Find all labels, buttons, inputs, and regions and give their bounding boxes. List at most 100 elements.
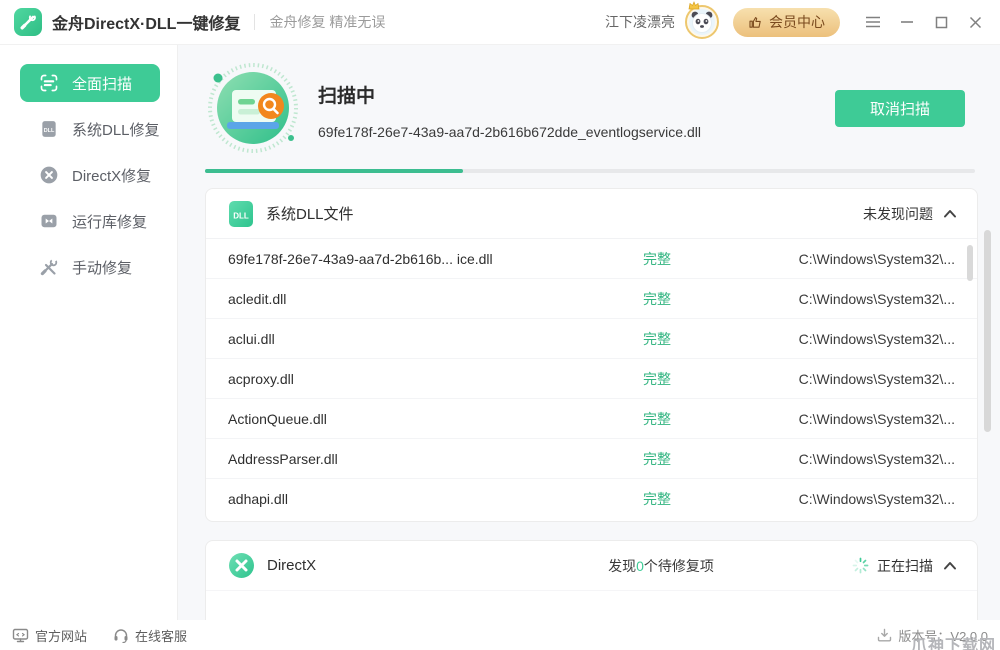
sidebar-item-directx-repair[interactable]: DirectX修复 (20, 156, 160, 194)
content-scrollbar-thumb[interactable] (984, 230, 991, 432)
svg-text:DLL: DLL (233, 211, 249, 220)
online-service-link[interactable]: 在线客服 (113, 626, 187, 645)
online-service-label: 在线客服 (135, 626, 187, 645)
file-path: C:\Windows\System32\... (737, 451, 977, 467)
runtime-icon (38, 210, 60, 232)
titlebar: 金舟DirectX·DLL一键修复 金舟修复 精准无误 江下凌漂亮 (0, 0, 1000, 45)
sidebar: 全面扫描 DLL 系统DLL修复 DirectX修复 运行库修复 (0, 45, 178, 620)
file-status: 完整 (577, 289, 737, 309)
file-status: 完整 (577, 409, 737, 429)
file-path: C:\Windows\System32\... (737, 371, 977, 387)
sidebar-item-system-dll-repair[interactable]: DLL 系统DLL修复 (20, 110, 160, 148)
system-dll-panel-header[interactable]: DLL 系统DLL文件 未发现问题 (206, 189, 977, 239)
file-status: 完整 (577, 329, 737, 349)
file-status: 完整 (577, 489, 737, 509)
title-divider (254, 14, 255, 30)
sidebar-item-label: DirectX修复 (72, 165, 151, 186)
app-slogan: 金舟修复 精准无误 (269, 12, 385, 32)
site-watermark: 爪神下载网 (911, 632, 996, 650)
monitor-icon (12, 628, 29, 643)
directx-scanning-status: 正在扫描 (877, 556, 933, 576)
dll-file-list: 69fe178f-26e7-43a9-aa7d-2b616b... ice.dl… (206, 239, 977, 519)
tools-icon (38, 256, 60, 278)
file-path: C:\Windows\System32\... (737, 491, 977, 507)
sidebar-item-full-scan[interactable]: 全面扫描 (20, 64, 160, 102)
file-name: 69fe178f-26e7-43a9-aa7d-2b616b... ice.dl… (206, 251, 577, 267)
scan-frame-icon (38, 72, 60, 94)
dll-file-row[interactable]: aclui.dll 完整 C:\Windows\System32\... (206, 319, 977, 359)
dll-file-row[interactable]: 69fe178f-26e7-43a9-aa7d-2b616b... ice.dl… (206, 239, 977, 279)
panel-title: DirectX (267, 557, 316, 574)
directx-panel: DirectX 发现0个待修复项 (205, 540, 978, 620)
official-site-link[interactable]: 官方网站 (12, 626, 87, 645)
sidebar-item-label: 全面扫描 (72, 73, 132, 94)
close-button[interactable] (964, 11, 986, 33)
dll-file-row[interactable]: acledit.dll 完整 C:\Windows\System32\... (206, 279, 977, 319)
avatar-crown-icon (688, 1, 700, 11)
dll-file-icon: DLL (228, 200, 254, 228)
file-status: 完整 (577, 249, 737, 269)
directx-found-text: 发现0个待修复项 (608, 556, 714, 576)
file-name: AddressParser.dll (206, 451, 577, 467)
file-name: acproxy.dll (206, 371, 577, 387)
file-name: acledit.dll (206, 291, 577, 307)
list-scrollbar-thumb[interactable] (967, 245, 973, 281)
chevron-up-icon[interactable] (943, 561, 957, 570)
file-path: C:\Windows\System32\... (737, 331, 977, 347)
found-count: 0 (636, 558, 644, 574)
dll-file-row[interactable]: adhapi.dll 完整 C:\Windows\System32\... (206, 479, 977, 519)
panda-avatar-icon (688, 8, 716, 36)
scan-progress-bar (205, 169, 975, 173)
avatar[interactable] (685, 5, 719, 39)
username: 江下凌漂亮 (605, 12, 675, 32)
maximize-icon (935, 16, 948, 29)
file-name: adhapi.dll (206, 491, 577, 507)
file-path: C:\Windows\System32\... (737, 251, 977, 267)
scan-current-file: 69fe178f-26e7-43a9-aa7d-2b616b672dde_eve… (318, 124, 701, 140)
dll-file-row[interactable]: acproxy.dll 完整 C:\Windows\System32\... (206, 359, 977, 399)
cancel-scan-button[interactable]: 取消扫描 (835, 90, 965, 127)
dll-panel-status: 未发现问题 (863, 204, 933, 224)
headset-icon (113, 628, 129, 643)
sidebar-item-label: 系统DLL修复 (72, 119, 160, 140)
member-center-button[interactable]: 会员中心 (733, 8, 840, 37)
thumb-up-icon (748, 15, 763, 29)
dll-file-icon: DLL (38, 118, 60, 140)
system-dll-panel: DLL 系统DLL文件 未发现问题 69fe178f-26e7-43a9-aa7… (205, 188, 978, 522)
chevron-up-icon[interactable] (943, 209, 957, 218)
minimize-icon (900, 16, 914, 28)
file-status: 完整 (577, 449, 737, 469)
directx-panel-header[interactable]: DirectX 发现0个待修复项 (206, 541, 977, 591)
dll-file-row[interactable]: ActionQueue.dll 完整 C:\Windows\System32\.… (206, 399, 977, 439)
spinner-icon (852, 557, 869, 574)
file-path: C:\Windows\System32\... (737, 291, 977, 307)
minimize-button[interactable] (896, 11, 918, 33)
sidebar-item-runtime-repair[interactable]: 运行库修复 (20, 202, 160, 240)
bottom-bar: 官方网站 在线客服 版本号：V2.0.0 爪神下载网 (0, 620, 1000, 650)
app-logo-icon (14, 8, 42, 36)
download-icon (877, 628, 892, 642)
maximize-button[interactable] (930, 11, 952, 33)
file-name: aclui.dll (206, 331, 577, 347)
panel-title: 系统DLL文件 (266, 203, 354, 224)
directx-x-icon (228, 552, 255, 579)
dll-file-row[interactable]: AddressParser.dll 完整 C:\Windows\System32… (206, 439, 977, 479)
sidebar-item-label: 运行库修复 (72, 211, 147, 232)
svg-text:DLL: DLL (44, 128, 55, 134)
scanning-illustration-icon (205, 60, 301, 156)
main-content: 扫描中 69fe178f-26e7-43a9-aa7d-2b616b672dde… (178, 45, 1000, 620)
scan-status-title: 扫描中 (318, 81, 701, 108)
hamburger-icon (865, 16, 881, 28)
scan-progress-fill (205, 169, 463, 173)
sidebar-item-manual-repair[interactable]: 手动修复 (20, 248, 160, 286)
close-icon (969, 16, 982, 29)
member-center-label: 会员中心 (769, 12, 825, 32)
window-controls (862, 11, 986, 33)
file-status: 完整 (577, 369, 737, 389)
file-path: C:\Windows\System32\... (737, 411, 977, 427)
sidebar-item-label: 手动修复 (72, 257, 132, 278)
app-title: 金舟DirectX·DLL一键修复 (52, 10, 240, 34)
menu-button[interactable] (862, 11, 884, 33)
official-site-label: 官方网站 (35, 626, 87, 645)
directx-x-icon (38, 164, 60, 186)
